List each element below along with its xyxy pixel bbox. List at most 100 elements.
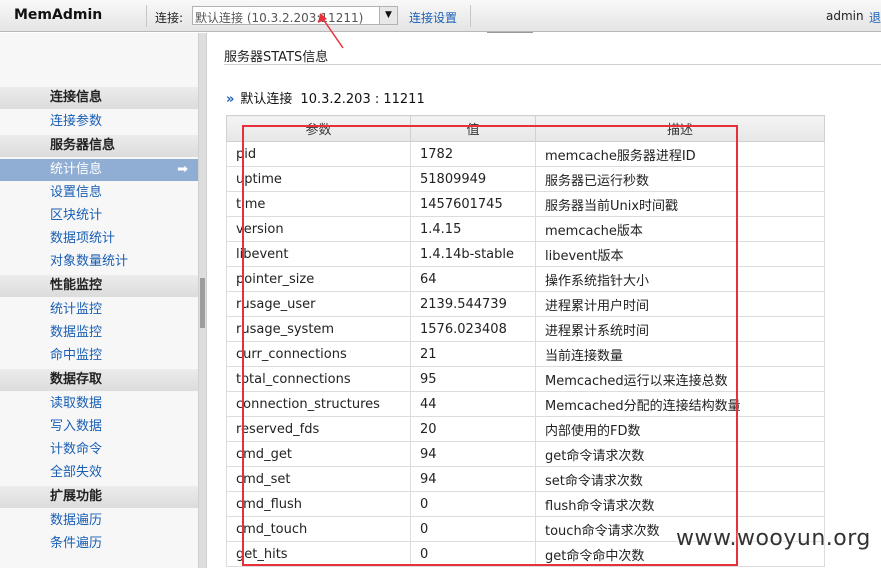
cell-param: get_hits (226, 541, 411, 567)
cell-param: cmd_set (226, 466, 411, 492)
cell-value: 1576.023408 (410, 316, 536, 342)
nav-section-data-access: 数据存取 (0, 369, 198, 391)
table-row: time 1457601745 服务器当前Unix时间戳 (226, 191, 825, 217)
cell-desc: 进程累计系统时间 (535, 316, 825, 342)
cell-desc: flush命令请求次数 (535, 491, 825, 517)
nav-item-object-count[interactable]: 对象数量统计 (0, 251, 198, 273)
cell-value: 1.4.15 (410, 216, 536, 242)
cell-desc: get命令请求次数 (535, 441, 825, 467)
page-title: 服务器STATS信息 (224, 50, 329, 65)
double-chevron-icon: » (226, 92, 235, 107)
top-bar: MemAdmin 连接: 默认连接 (10.3.2.203:11211) ▼ 连… (0, 0, 881, 32)
cell-desc: set命令请求次数 (535, 466, 825, 492)
column-header-desc: 描述 (535, 115, 825, 142)
cell-desc: 操作系统指针大小 (535, 266, 825, 292)
cell-value: 2139.544739 (410, 291, 536, 317)
title-divider (224, 64, 881, 65)
nav-item-connection-params[interactable]: 连接参数 (0, 111, 198, 133)
cell-param: libevent (226, 241, 411, 267)
table-row: uptime 51809949 服务器已运行秒数 (226, 166, 825, 192)
connection-address: 10.3.2.203 : 11211 (300, 92, 425, 107)
nav-item-item-stats[interactable]: 数据项统计 (0, 228, 198, 250)
logout-link[interactable]: 退 (869, 9, 881, 26)
cell-param: rusage_system (226, 316, 411, 342)
table-row: pid 1782 memcache服务器进程ID (226, 141, 825, 167)
nav-item-data-monitor[interactable]: 数据监控 (0, 322, 198, 344)
nav-item-write-data[interactable]: 写入数据 (0, 416, 198, 438)
cell-value: 44 (410, 391, 536, 417)
watermark: www.wooyun.org (676, 526, 871, 551)
cell-desc: 内部使用的FD数 (535, 416, 825, 442)
cell-param: uptime (226, 166, 411, 192)
cell-value: 21 (410, 341, 536, 367)
cell-param: curr_connections (226, 341, 411, 367)
cell-param: cmd_flush (226, 491, 411, 517)
app-brand[interactable]: MemAdmin (14, 7, 102, 23)
header-divider (146, 5, 147, 27)
cell-param: connection_structures (226, 391, 411, 417)
cell-value: 20 (410, 416, 536, 442)
cell-value: 0 (410, 516, 536, 542)
column-header-value: 值 (410, 115, 536, 142)
connection-select[interactable]: 默认连接 (10.3.2.203:11211) ▼ (192, 6, 398, 25)
nav-section-extensions: 扩展功能 (0, 486, 198, 508)
dropdown-arrow-icon[interactable]: ▼ (379, 7, 397, 24)
cell-value: 1782 (410, 141, 536, 167)
cell-desc: memcache服务器进程ID (535, 141, 825, 167)
cell-value: 51809949 (410, 166, 536, 192)
cell-param: rusage_user (226, 291, 411, 317)
table-row: rusage_system 1576.023408 进程累计系统时间 (226, 316, 825, 342)
cell-desc: Memcached分配的连接结构数量 (535, 391, 825, 417)
cell-desc: 进程累计用户时间 (535, 291, 825, 317)
cell-value: 1457601745 (410, 191, 536, 217)
cell-param: pointer_size (226, 266, 411, 292)
cell-desc: 服务器已运行秒数 (535, 166, 825, 192)
nav-item-slab-stats[interactable]: 区块统计 (0, 205, 198, 227)
table-row: curr_connections 21 当前连接数量 (226, 341, 825, 367)
cell-param: total_connections (226, 366, 411, 392)
table-row: cmd_get 94 get命令请求次数 (226, 441, 825, 467)
cell-param: cmd_get (226, 441, 411, 467)
cell-desc: libevent版本 (535, 241, 825, 267)
cell-param: pid (226, 141, 411, 167)
nav-item-stats-monitor[interactable]: 统计监控 (0, 299, 198, 321)
table-row: pointer_size 64 操作系统指针大小 (226, 266, 825, 292)
table-row: total_connections 95 Memcached运行以来连接总数 (226, 366, 825, 392)
nav-item-hit-monitor[interactable]: 命中监控 (0, 345, 198, 367)
connection-settings-link[interactable]: 连接设置 (409, 9, 457, 26)
table-row: cmd_set 94 set命令请求次数 (226, 466, 825, 492)
table-row: reserved_fds 20 内部使用的FD数 (226, 416, 825, 442)
nav-section-monitor: 性能监控 (0, 275, 198, 297)
table-row: cmd_flush 0 flush命令请求次数 (226, 491, 825, 517)
connection-info: » 默认连接 10.3.2.203 : 11211 (226, 88, 425, 107)
cell-desc: 服务器当前Unix时间戳 (535, 191, 825, 217)
cell-value: 95 (410, 366, 536, 392)
table-row: connection_structures 44 Memcached分配的连接结构数… (226, 391, 825, 417)
cell-value: 94 (410, 466, 536, 492)
table-row: libevent 1.4.14b-stable libevent版本 (226, 241, 825, 267)
cell-param: time (226, 191, 411, 217)
connection-label: 连接: (155, 11, 184, 25)
cell-desc: memcache版本 (535, 216, 825, 242)
cell-value: 0 (410, 491, 536, 517)
active-arrow-icon: ➡ (177, 162, 188, 177)
nav-item-counter-cmd[interactable]: 计数命令 (0, 439, 198, 461)
cell-value: 1.4.14b-stable (410, 241, 536, 267)
splitter-grip[interactable] (200, 278, 205, 328)
nav-item-data-traverse[interactable]: 数据遍历 (0, 510, 198, 532)
main-content: 服务器STATS信息 » 默认连接 10.3.2.203 : 11211 参数 值 … (207, 33, 881, 568)
cell-desc: Memcached运行以来连接总数 (535, 366, 825, 392)
nav-item-read-data[interactable]: 读取数据 (0, 393, 198, 415)
stats-table: 参数 值 描述 pid 1782 memcache服务器进程ID uptime 5180… (226, 115, 825, 567)
table-row: version 1.4.15 memcache版本 (226, 216, 825, 242)
cell-value: 64 (410, 266, 536, 292)
user-name: admin (826, 9, 864, 23)
cell-param: reserved_fds (226, 416, 411, 442)
nav-item-stats[interactable]: 统计信息 ➡ (0, 159, 198, 181)
cell-value: 94 (410, 441, 536, 467)
nav-item-flush-all[interactable]: 全部失效 (0, 462, 198, 484)
nav-item-conditional-traverse[interactable]: 条件遍历 (0, 533, 198, 555)
cell-param: version (226, 216, 411, 242)
nav-item-settings[interactable]: 设置信息 (0, 182, 198, 204)
nav-section-server: 服务器信息 (0, 135, 198, 157)
